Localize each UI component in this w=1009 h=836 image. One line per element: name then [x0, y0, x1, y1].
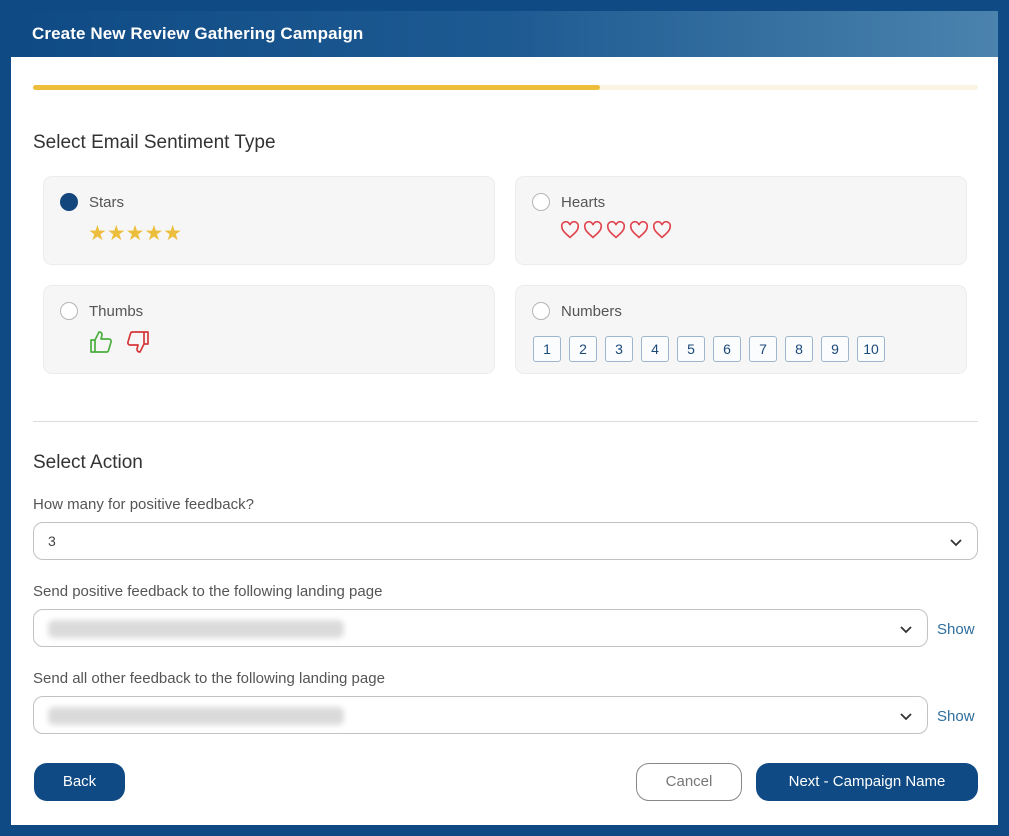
heart-icon: [606, 221, 626, 239]
hearts-label: Hearts: [561, 194, 606, 211]
positive-page-select[interactable]: [33, 609, 928, 647]
next-button[interactable]: Next - Campaign Name: [756, 763, 978, 801]
heart-rating-icon: [560, 221, 672, 239]
sentiment-option-thumbs[interactable]: Thumbs: [43, 285, 495, 374]
stars-label: Stars: [89, 194, 125, 211]
thumbs-down-icon: [127, 331, 149, 353]
heart-icon: [652, 221, 672, 239]
other-page-select[interactable]: [33, 696, 928, 734]
heart-icon: [560, 221, 580, 239]
positive-count-select[interactable]: 3: [33, 522, 978, 560]
number-box: 4: [641, 336, 669, 362]
sentiment-section-title: Select Email Sentiment Type: [33, 132, 276, 153]
show-other-page-link[interactable]: Show: [937, 708, 975, 725]
back-button[interactable]: Back: [34, 763, 125, 801]
redacted-value: [48, 707, 344, 725]
heart-icon: [629, 221, 649, 239]
number-box: 1: [533, 336, 561, 362]
number-box: 9: [821, 336, 849, 362]
heart-icon: [583, 221, 603, 239]
number-box: 3: [605, 336, 633, 362]
number-box: 2: [569, 336, 597, 362]
star-rating-icon: ★★★★★: [88, 223, 182, 244]
action-section-title: Select Action: [33, 452, 143, 473]
campaign-modal: Create New Review Gathering Campaign Sel…: [11, 11, 998, 825]
positive-count-value: 3: [48, 533, 56, 549]
sentiment-option-numbers[interactable]: Numbers 1 2 3 4 5 6 7 8 9 10: [515, 285, 967, 374]
number-box: 5: [677, 336, 705, 362]
chevron-down-icon: [950, 539, 962, 547]
chevron-down-icon: [900, 713, 912, 721]
numbers-label: Numbers: [561, 303, 622, 320]
sentiment-option-hearts[interactable]: Hearts: [515, 176, 967, 265]
redacted-value: [48, 620, 344, 638]
thumbs-up-icon: [90, 331, 112, 353]
thumbs-rating-icon: [89, 330, 150, 354]
stars-glyphs: ★★★★★: [88, 222, 183, 245]
section-divider: [33, 421, 978, 422]
stars-radio[interactable]: [60, 193, 78, 211]
positive-count-label: How many for positive feedback?: [33, 496, 254, 513]
number-scale: 1 2 3 4 5 6 7 8 9 10: [533, 336, 885, 362]
number-box: 8: [785, 336, 813, 362]
show-positive-page-link[interactable]: Show: [937, 621, 975, 638]
number-box: 7: [749, 336, 777, 362]
modal-title: Create New Review Gathering Campaign: [11, 11, 998, 57]
sentiment-option-stars[interactable]: Stars ★★★★★: [43, 176, 495, 265]
thumbs-label: Thumbs: [89, 303, 144, 320]
cancel-button[interactable]: Cancel: [636, 763, 742, 801]
thumbs-radio[interactable]: [60, 302, 78, 320]
numbers-radio[interactable]: [532, 302, 550, 320]
other-page-label: Send all other feedback to the following…: [33, 670, 385, 687]
progress-fill: [33, 85, 600, 90]
progress-bar: [33, 85, 978, 90]
hearts-radio[interactable]: [532, 193, 550, 211]
number-box: 6: [713, 336, 741, 362]
positive-page-label: Send positive feedback to the following …: [33, 583, 383, 600]
number-box: 10: [857, 336, 885, 362]
chevron-down-icon: [900, 626, 912, 634]
